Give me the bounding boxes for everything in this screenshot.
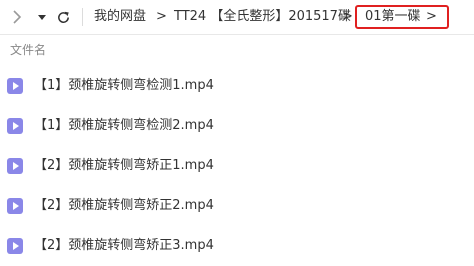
video-file-icon bbox=[7, 78, 23, 94]
breadcrumb-current-arrow[interactable]: > bbox=[426, 7, 437, 27]
refresh-icon bbox=[57, 11, 69, 23]
file-name: 【2】颈椎旋转侧弯矫正3.mp4 bbox=[34, 238, 214, 253]
breadcrumb-separator: > bbox=[156, 9, 167, 24]
forward-button[interactable] bbox=[4, 0, 30, 34]
history-dropdown-button[interactable] bbox=[34, 0, 50, 34]
file-name: 【1】颈椎旋转侧弯检测2.mp4 bbox=[34, 118, 214, 133]
file-row[interactable]: 【1】颈椎旋转侧弯检测2.mp4 bbox=[0, 106, 474, 146]
file-row[interactable]: 【1】颈椎旋转侧弯检测1.mp4 bbox=[0, 66, 474, 106]
video-file-icon bbox=[7, 118, 23, 134]
column-header: 文件名 bbox=[0, 34, 474, 66]
caret-down-icon bbox=[38, 15, 46, 20]
video-file-icon bbox=[7, 238, 23, 254]
column-header-filename[interactable]: 文件名 bbox=[10, 35, 46, 66]
toolbar: 我的网盘 > TT24 【全氏整形】201517碟 > 01第一碟 > bbox=[0, 0, 474, 34]
file-row[interactable]: 【2】颈椎旋转侧弯矫正1.mp4 bbox=[0, 146, 474, 186]
breadcrumb-separator: > bbox=[342, 9, 353, 24]
file-name: 【2】颈椎旋转侧弯矫正1.mp4 bbox=[34, 158, 214, 173]
breadcrumb-current-highlight[interactable]: 01第一碟 > bbox=[355, 5, 449, 29]
breadcrumb-current: 01第一碟 bbox=[365, 9, 421, 24]
breadcrumb-item-folder[interactable]: TT24 【全氏整形】201517碟 bbox=[174, 0, 351, 34]
refresh-button[interactable] bbox=[52, 0, 74, 34]
chevron-right-icon bbox=[13, 10, 22, 24]
file-row[interactable]: 【2】颈椎旋转侧弯矫正3.mp4 bbox=[0, 226, 474, 266]
file-name: 【1】颈椎旋转侧弯检测1.mp4 bbox=[34, 78, 214, 93]
video-file-icon bbox=[7, 158, 23, 174]
toolbar-divider bbox=[82, 8, 83, 26]
file-row[interactable]: 【2】颈椎旋转侧弯矫正2.mp4 bbox=[0, 186, 474, 226]
file-name: 【2】颈椎旋转侧弯矫正2.mp4 bbox=[34, 198, 214, 213]
breadcrumb-item-my-drive[interactable]: 我的网盘 bbox=[94, 0, 146, 34]
video-file-icon bbox=[7, 198, 23, 214]
